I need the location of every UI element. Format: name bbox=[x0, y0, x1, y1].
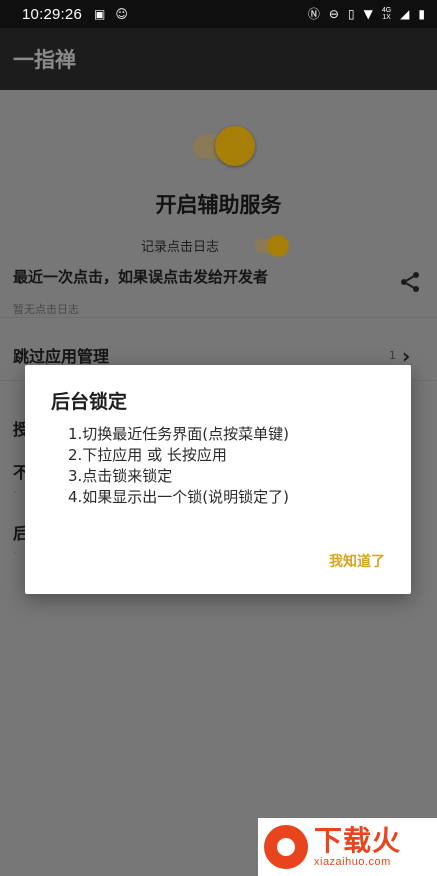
dialog-title: 后台锁定 bbox=[51, 391, 128, 413]
share-icon[interactable] bbox=[398, 270, 422, 294]
dialog-step: 3.点击锁来锁定 bbox=[68, 467, 173, 485]
fire-logo-icon bbox=[264, 825, 308, 869]
app-title: 一指禅 bbox=[13, 48, 76, 72]
watermark: 下载火 xiazaihuo.com bbox=[258, 818, 437, 876]
network-type: 4G 1X bbox=[381, 7, 392, 21]
notification-icon: ▣ bbox=[94, 7, 106, 21]
vibrate-icon: ▯ bbox=[347, 7, 355, 21]
nfc-icon: Ⓝ bbox=[307, 7, 320, 21]
signal-icon: ◢ bbox=[400, 7, 410, 21]
log-toggle-label: 记录点击日志 bbox=[141, 240, 220, 255]
dialog-step: 2.下拉应用 或 长按应用 bbox=[68, 446, 227, 464]
battery-charging-icon: ▮ bbox=[418, 7, 425, 21]
do-not-disturb-icon: ⊖ bbox=[328, 7, 339, 21]
log-toggle[interactable] bbox=[254, 235, 290, 257]
no-log-text: 暂无点击日志 bbox=[13, 303, 79, 316]
list-item-sub: · bbox=[13, 549, 17, 560]
app-bar: 一指禅 bbox=[0, 28, 437, 90]
watermark-en: xiazaihuo.com bbox=[314, 856, 391, 868]
status-time: 10:29:26 bbox=[22, 5, 82, 23]
watermark-cn: 下载火 bbox=[314, 824, 402, 857]
divider bbox=[0, 317, 437, 318]
dialog-step: 1.切换最近任务界面(点按菜单键) bbox=[68, 425, 290, 443]
background-lock-dialog: 后台锁定 1.切换最近任务界面(点按菜单键) 2.下拉应用 或 长按应用 3.点… bbox=[25, 365, 411, 594]
skip-app-manage-item[interactable]: 跳过应用管理 bbox=[13, 343, 109, 367]
got-it-button[interactable]: 我知道了 bbox=[329, 551, 385, 571]
dialog-steps: 1.切换最近任务界面(点按菜单键) 2.下拉应用 或 长按应用 3.点击锁来锁定… bbox=[68, 424, 289, 508]
service-title: 开启辅助服务 bbox=[155, 193, 282, 217]
wifi-icon: ▼ bbox=[363, 7, 373, 21]
skip-count: 1 bbox=[389, 349, 396, 362]
list-item-sub: · bbox=[13, 488, 17, 499]
dialog-step: 4.如果显示出一个锁(说明锁定了) bbox=[68, 488, 290, 506]
emoji-icon: ☺ bbox=[115, 7, 128, 21]
log-toggle-row: 记录点击日志 bbox=[0, 233, 437, 257]
service-toggle[interactable] bbox=[193, 126, 259, 168]
status-bar: 10:29:26 ▣ ☺ Ⓝ ⊖ ▯ ▼ 4G 1X ◢ ▮ bbox=[0, 0, 437, 28]
recent-click-title: 最近一次点击，如果误点击发给开发者 bbox=[13, 268, 269, 286]
